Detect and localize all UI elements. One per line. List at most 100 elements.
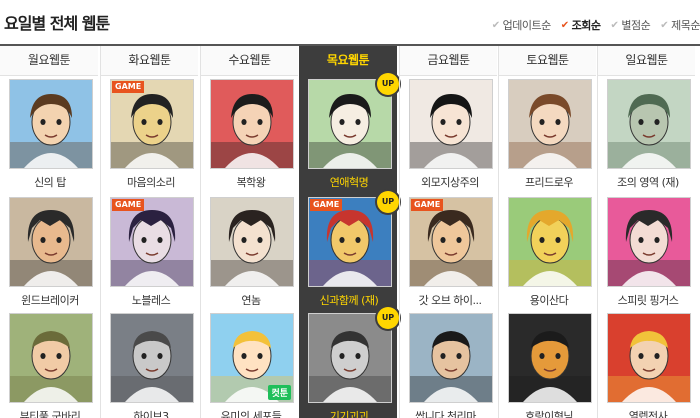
webtoon-thumbnail-art: [410, 80, 492, 168]
webtoon-thumbnail-art: [509, 314, 591, 402]
update-badge: UP: [377, 307, 399, 329]
webtoon-item[interactable]: 외모지상주의: [409, 79, 493, 195]
update-badge: UP: [377, 73, 399, 95]
webtoon-thumbnail[interactable]: [308, 79, 392, 169]
webtoon-thumbnail-art: [410, 198, 492, 286]
sort-label: 조회순: [571, 19, 601, 32]
webtoon-thumbnail[interactable]: [508, 79, 592, 169]
webtoon-title-link[interactable]: 윈드브레이커: [1, 292, 99, 308]
webtoon-item[interactable]: GAME 갓 오브 하이...: [409, 197, 493, 313]
day-column-6: 토요웹툰 프리드로우 용이산다 호랑이형님: [498, 46, 596, 418]
webtoon-thumbnail[interactable]: [9, 79, 93, 169]
sort-update-button[interactable]: ✔ 업데이트순: [491, 17, 552, 33]
day-column-2: 화요웹툰 GAME 마음의소리 GAME 노블레스 하이브3: [100, 46, 198, 418]
webtoon-item[interactable]: 스피릿 핑거스: [607, 197, 691, 313]
webtoon-item[interactable]: 하이브3: [110, 313, 194, 418]
webtoon-item[interactable]: GAME UP 신과함께 (재): [308, 191, 399, 313]
webtoon-title-link[interactable]: 연애혁명: [300, 174, 398, 190]
webtoon-thumbnail-art: [10, 314, 92, 402]
webtoon-thumbnail[interactable]: GAME: [409, 197, 493, 287]
webtoon-item[interactable]: 쌉니다 천리마...: [409, 313, 493, 418]
webtoon-item[interactable]: GAME 마음의소리: [110, 79, 194, 195]
webtoon-title-link[interactable]: 뷰티풀 군바리: [1, 408, 99, 418]
webtoon-item[interactable]: 뷰티풀 군바리: [9, 313, 93, 418]
sort-label: 업데이트순: [502, 19, 552, 32]
webtoon-item[interactable]: 호랑이형님: [508, 313, 592, 418]
day-tab[interactable]: 월요웹툰: [0, 46, 98, 76]
webtoon-title-link[interactable]: 유미의 세포들: [202, 408, 300, 418]
day-tab[interactable]: 수요웹툰: [201, 46, 298, 76]
webtoon-title-link[interactable]: 스피릿 핑거스: [599, 292, 697, 308]
webtoon-thumbnail[interactable]: [409, 313, 493, 403]
webtoon-thumbnail[interactable]: [210, 79, 294, 169]
webtoon-thumbnail[interactable]: [508, 313, 592, 403]
day-tab[interactable]: 금요웹툰: [400, 46, 497, 76]
webtoon-item[interactable]: 신의 탑: [9, 79, 93, 195]
day-tab[interactable]: 화요웹툰: [101, 46, 198, 76]
day-column-4: 목요웹툰 UP 연애혁명 GAME UP 신과함께 (재) UP 기기괴괴: [299, 46, 399, 418]
sort-title-button[interactable]: ✔ 제목순: [660, 17, 700, 33]
webtoon-thumbnail-art: [111, 314, 193, 402]
webtoon-item[interactable]: 열렙전사: [607, 313, 691, 418]
webtoon-item[interactable]: 조의 영역 (재): [607, 79, 691, 195]
webtoon-thumbnail[interactable]: GAME: [308, 197, 392, 287]
webtoon-title-link[interactable]: 신의 탑: [1, 174, 99, 190]
webtoon-title-link[interactable]: 노블레스: [102, 292, 200, 308]
webtoon-item[interactable]: UP 연애혁명: [308, 73, 399, 195]
page-title: 요일별 전체 웹툰: [4, 14, 110, 33]
webtoon-title-link[interactable]: 조의 영역 (재): [599, 174, 697, 190]
sort-rating-button[interactable]: ✔ 별점순: [610, 17, 650, 33]
day-tab[interactable]: 일요웹툰: [598, 46, 695, 76]
webtoon-thumbnail-art: [608, 80, 690, 168]
check-icon: ✔: [491, 19, 500, 31]
webtoon-thumbnail[interactable]: [409, 79, 493, 169]
game-badge: GAME: [112, 199, 145, 211]
webtoon-item[interactable]: GAME 노블레스: [110, 197, 194, 313]
game-badge: GAME: [112, 81, 145, 93]
webtoon-thumbnail[interactable]: [210, 197, 294, 287]
webtoon-title-link[interactable]: 복학왕: [202, 174, 300, 190]
webtoon-title-link[interactable]: 쌉니다 천리마...: [401, 408, 499, 418]
sort-views-button[interactable]: ✔ 조회순: [561, 17, 601, 33]
webtoon-title-link[interactable]: 열렙전사: [599, 408, 697, 418]
webtoon-thumbnail[interactable]: [308, 313, 392, 403]
webtoon-item[interactable]: UP 기기괴괴: [308, 307, 399, 418]
webtoon-title-link[interactable]: 마음의소리: [102, 174, 200, 190]
day-tab[interactable]: 토요웹툰: [499, 46, 596, 76]
webtoon-item[interactable]: 프리드로우: [508, 79, 592, 195]
webtoon-item[interactable]: 연놈: [210, 197, 294, 313]
webtoon-thumbnail[interactable]: [607, 197, 691, 287]
webtoon-thumbnail[interactable]: [110, 313, 194, 403]
webtoon-thumbnail[interactable]: GAME: [110, 197, 194, 287]
webtoon-thumbnail-art: [509, 80, 591, 168]
sort-options: ✔ 업데이트순 ✔ 조회순 ✔ 별점순 ✔ 제목순: [492, 17, 700, 33]
day-column-7: 일요웹툰 조의 영역 (재) 스피릿 핑거스 열렙전사: [597, 46, 695, 418]
webtoon-title-link[interactable]: 신과함께 (재): [300, 292, 398, 308]
webtoon-thumbnail[interactable]: [9, 197, 93, 287]
webtoon-thumbnail-art: [608, 198, 690, 286]
webtoon-title-link[interactable]: 프리드로우: [500, 174, 598, 190]
webtoon-thumbnail[interactable]: GAME: [110, 79, 194, 169]
webtoon-title-link[interactable]: 외모지상주의: [401, 174, 499, 190]
webtoon-item[interactable]: 용이산다: [508, 197, 592, 313]
webtoon-title-link[interactable]: 용이산다: [500, 292, 598, 308]
day-tab[interactable]: 목요웹툰: [299, 46, 397, 76]
webtoon-thumbnail[interactable]: [607, 313, 691, 403]
webtoon-thumbnail-art: [211, 198, 293, 286]
webtoon-title-link[interactable]: 하이브3: [102, 408, 200, 418]
check-icon: ✔: [560, 19, 569, 31]
webtoon-thumbnail[interactable]: [607, 79, 691, 169]
webtoon-title-link[interactable]: 호랑이형님: [500, 408, 598, 418]
webtoon-title-link[interactable]: 연놈: [202, 292, 300, 308]
webtoon-thumbnail-art: [608, 314, 690, 402]
webtoon-item[interactable]: 컷툰 유미의 세포들: [210, 313, 294, 418]
webtoon-thumbnail[interactable]: 컷툰: [210, 313, 294, 403]
webtoon-title-link[interactable]: 갓 오브 하이...: [401, 292, 499, 308]
webtoon-thumbnail[interactable]: [508, 197, 592, 287]
cuttoon-badge: 컷툰: [268, 385, 291, 400]
webtoon-thumbnail[interactable]: [9, 313, 93, 403]
webtoon-title-link[interactable]: 기기괴괴: [300, 408, 398, 418]
webtoon-item[interactable]: 복학왕: [210, 79, 294, 195]
webtoon-item[interactable]: 윈드브레이커: [9, 197, 93, 313]
webtoon-thumbnail-art: [509, 198, 591, 286]
